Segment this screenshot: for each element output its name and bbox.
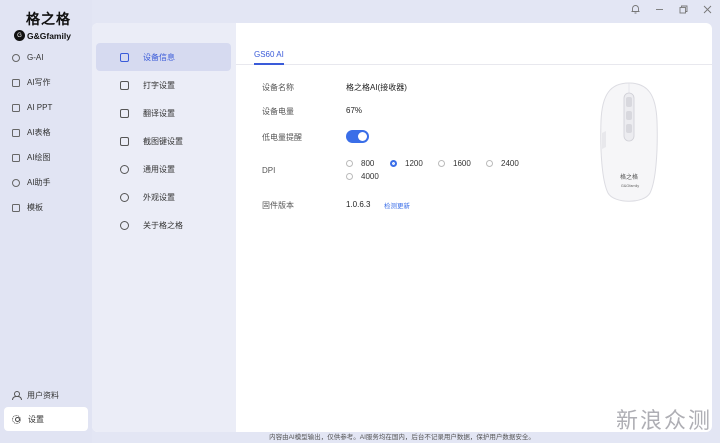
user-icon <box>12 391 22 400</box>
sidebar-item-label: AI写作 <box>27 78 51 87</box>
dpi-label: DPI <box>262 166 276 175</box>
logo: 格之格 G G&Gfamily <box>14 9 84 41</box>
battery-value: 67% <box>346 106 363 115</box>
settings-nav-device-info[interactable]: 设备信息 <box>96 43 231 71</box>
tab-divider <box>236 64 712 65</box>
dpi-option-label: 1200 <box>405 159 423 168</box>
sidebar-item-templates[interactable]: 模板 <box>0 195 92 220</box>
sidebar-item-label: AI助手 <box>27 178 51 187</box>
watermark-logo: 新浪众测 <box>615 409 712 434</box>
dpi-option-label: 2400 <box>501 159 519 168</box>
main-nav: G-AI AI写作 AI PPT AI表格 AI绘图 AI助手 模板 <box>0 45 92 220</box>
dpi-option-label: 1600 <box>453 159 471 168</box>
mouse-image: 格之格 G&Gfamily <box>600 82 658 202</box>
settings-nav-translate[interactable]: 翻译设置 <box>96 99 231 127</box>
settings-nav-label: 打字设置 <box>143 80 175 90</box>
sidebar-item-ai-table[interactable]: AI表格 <box>0 120 92 145</box>
device-name-value: 格之格AI(接收器) <box>346 83 407 92</box>
logo-text-cn: 格之格 <box>26 12 71 28</box>
sidebar-item-label: AI PPT <box>27 103 53 112</box>
logo-mark-icon: G <box>14 30 25 41</box>
palette-icon <box>120 192 129 202</box>
sidebar-item-user-profile[interactable]: 用户资料 <box>4 383 88 407</box>
radio-icon <box>486 160 493 167</box>
dpi-option-1200[interactable]: 1200 <box>390 159 423 168</box>
mouse-brand-text: 格之格 <box>620 173 638 181</box>
sidebar-item-ai-paint[interactable]: AI绘图 <box>0 145 92 170</box>
logo-text-en: G&Gfamily <box>27 30 71 41</box>
ppt-icon <box>12 103 20 112</box>
dpi-option-4000[interactable]: 4000 <box>346 172 379 181</box>
settings-nav-label: 截图键设置 <box>143 136 183 146</box>
app-sidebar: 格之格 G G&Gfamily G-AI AI写作 AI PPT AI表格 AI… <box>0 0 92 443</box>
bell-icon[interactable] <box>630 4 640 14</box>
assistant-icon <box>12 178 20 187</box>
check-update-link[interactable]: 检测更新 <box>384 200 410 210</box>
radio-icon <box>346 173 353 180</box>
settings-nav-label: 设备信息 <box>143 52 175 62</box>
low-battery-toggle[interactable] <box>346 130 369 143</box>
dpi-option-label: 800 <box>361 159 375 168</box>
settings-nav-screenshot[interactable]: 截图键设置 <box>96 127 231 155</box>
dpi-option-label: 4000 <box>361 172 379 181</box>
device-icon <box>120 52 129 62</box>
sidebar-item-label: G-AI <box>27 53 44 62</box>
settings-nav-appearance[interactable]: 外观设置 <box>96 183 231 211</box>
settings-panel: 设备信息 打字设置 翻译设置 截图键设置 通用设置 外观设置 关于格之格 GS6… <box>92 23 712 432</box>
template-icon <box>12 203 20 212</box>
translate-icon <box>120 108 129 118</box>
sidebar-item-label: AI表格 <box>27 128 51 137</box>
settings-nav-typing[interactable]: 打字设置 <box>96 71 231 99</box>
paint-icon <box>12 153 20 162</box>
radio-icon <box>346 160 353 167</box>
settings-nav-label: 翻译设置 <box>143 108 175 118</box>
sidebar-item-ai-assistant[interactable]: AI助手 <box>0 170 92 195</box>
restore-icon[interactable] <box>678 4 688 14</box>
sidebar-item-ai-writing[interactable]: AI写作 <box>0 70 92 95</box>
general-settings-icon <box>120 164 129 174</box>
window-controls <box>630 4 712 14</box>
device-name-label: 设备名称 <box>262 83 294 92</box>
sidebar-item-label: AI绘图 <box>27 153 51 162</box>
dpi-option-1600[interactable]: 1600 <box>438 159 471 168</box>
info-icon <box>120 220 129 230</box>
dpi-option-2400[interactable]: 2400 <box>486 159 519 168</box>
bottom-nav: 用户资料 设置 <box>4 383 88 431</box>
settings-nav-label: 外观设置 <box>143 192 175 202</box>
table-icon <box>12 128 20 137</box>
sidebar-item-label: 模板 <box>27 203 43 212</box>
firmware-label: 固件版本 <box>262 201 294 210</box>
gear-icon <box>12 414 21 424</box>
tab-device[interactable]: GS60 AI <box>254 50 284 59</box>
sidebar-item-g-ai[interactable]: G-AI <box>0 45 92 70</box>
firmware-value: 1.0.6.3 <box>346 200 371 209</box>
settings-nav-about[interactable]: 关于格之格 <box>96 211 231 239</box>
sidebar-item-label: 用户资料 <box>27 390 59 400</box>
keyboard-icon <box>120 80 129 90</box>
low-battery-label: 低电量提醒 <box>262 133 302 142</box>
close-icon[interactable] <box>702 4 712 14</box>
minimize-icon[interactable] <box>654 4 664 14</box>
sidebar-item-settings[interactable]: 设置 <box>4 407 88 431</box>
doc-icon <box>12 78 20 87</box>
radio-icon <box>438 160 445 167</box>
screenshot-icon <box>120 136 129 146</box>
radio-checked-icon <box>390 160 397 167</box>
dpi-option-800[interactable]: 800 <box>346 159 374 168</box>
device-info-content: GS60 AI 设备名称 格之格AI(接收器) 设备电量 67% 低电量提醒 D… <box>236 23 712 432</box>
g-ai-icon <box>12 53 20 62</box>
tab-active-indicator <box>254 63 284 65</box>
sidebar-item-label: 设置 <box>28 414 44 424</box>
settings-nav-general[interactable]: 通用设置 <box>96 155 231 183</box>
mouse-brand-en: G&Gfamily <box>621 184 639 188</box>
settings-nav-label: 通用设置 <box>143 164 175 174</box>
settings-nav-label: 关于格之格 <box>143 220 183 230</box>
sidebar-item-ai-ppt[interactable]: AI PPT <box>0 95 92 120</box>
settings-nav: 设备信息 打字设置 翻译设置 截图键设置 通用设置 外观设置 关于格之格 <box>92 23 236 432</box>
battery-label: 设备电量 <box>262 107 294 116</box>
